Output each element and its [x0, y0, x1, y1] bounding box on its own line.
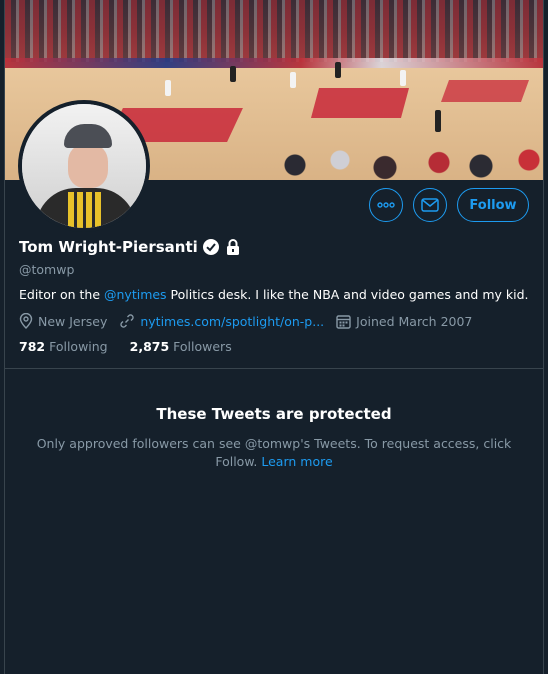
- following-count: 782: [19, 339, 46, 354]
- protected-title: These Tweets are protected: [156, 405, 392, 423]
- banner-player: [165, 80, 171, 96]
- banner-player: [400, 70, 406, 86]
- banner-player: [335, 62, 341, 78]
- bio-text: Editor on the: [19, 287, 104, 302]
- following-link[interactable]: 782 Following: [19, 339, 108, 354]
- link-icon: [120, 314, 135, 328]
- envelope-icon: [421, 198, 439, 212]
- banner-referee: [435, 110, 441, 132]
- joined-item: Joined March 2007: [336, 314, 472, 329]
- banner-crowd: [5, 0, 543, 62]
- followers-count: 2,875: [129, 339, 170, 354]
- more-dots-icon: [377, 202, 395, 208]
- banner-court-key-far: [440, 80, 530, 102]
- profile-handle: @tomwp: [19, 262, 75, 277]
- verified-badge-icon: [202, 239, 219, 255]
- bio-text: Politics desk. I like the NBA and video …: [166, 287, 529, 302]
- avatar[interactable]: [18, 100, 150, 232]
- followers-link[interactable]: 2,875 Followers: [130, 339, 232, 354]
- location-item: New Jersey: [19, 313, 107, 329]
- website-link[interactable]: nytimes.com/spotlight/on-p...: [140, 314, 324, 329]
- following-label: Following: [49, 339, 108, 354]
- banner-player: [230, 66, 236, 82]
- profile-name-row: Tom Wright-Piersanti: [19, 238, 242, 256]
- website-item: nytimes.com/spotlight/on-p...: [119, 313, 324, 329]
- follow-stats: 782 Following 2,875 Followers: [19, 339, 232, 354]
- message-button[interactable]: [413, 188, 447, 222]
- learn-more-link[interactable]: Learn more: [261, 454, 332, 469]
- profile-meta: New Jersey nytimes.com/spotlight/on-p...…: [19, 313, 484, 329]
- banner-player: [290, 72, 296, 88]
- location-pin-icon: [19, 313, 33, 329]
- profile-bio: Editor on the @nytimes Politics desk. I …: [19, 287, 539, 302]
- protected-message: Only approved followers can see @tomwp's…: [35, 435, 513, 471]
- profile-page: Follow Tom Wright-Piersanti @tomwp Edito…: [4, 0, 544, 674]
- divider: [5, 368, 543, 369]
- banner-court-logo: [310, 88, 410, 118]
- joined-text: Joined March 2007: [356, 313, 473, 329]
- followers-label: Followers: [173, 339, 232, 354]
- follow-button[interactable]: Follow: [457, 188, 529, 222]
- profile-name: Tom Wright-Piersanti: [19, 238, 198, 256]
- bio-mention-link[interactable]: @nytimes: [104, 287, 167, 302]
- banner-crowd-front: [265, 130, 543, 180]
- calendar-icon: [336, 314, 351, 329]
- lock-icon: [226, 239, 239, 255]
- more-options-button[interactable]: [369, 188, 403, 222]
- location-text: New Jersey: [38, 313, 108, 329]
